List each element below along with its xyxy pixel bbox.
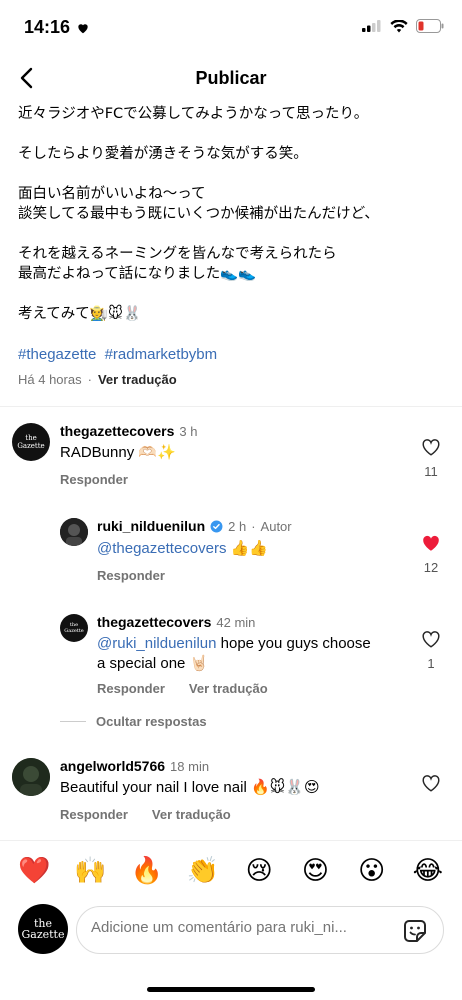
like-count: 1 xyxy=(427,656,435,671)
comment-username[interactable]: thegazettecovers xyxy=(97,614,211,630)
translate-button[interactable]: Ver tradução xyxy=(98,372,177,387)
comment-input-box[interactable] xyxy=(76,906,444,954)
top-nav: Publicar xyxy=(0,56,462,100)
status-time: 14:16 xyxy=(24,17,90,38)
hashtag-link[interactable]: #radmarketbybm xyxy=(105,346,218,363)
translate-button[interactable]: Ver tradução xyxy=(189,681,268,696)
divider xyxy=(0,406,462,407)
like-control: 1 xyxy=(416,630,446,671)
emoji-heart-eyes-button[interactable]: 😍 xyxy=(297,852,333,888)
battery-icon xyxy=(416,19,444,33)
meta-separator: · xyxy=(87,372,92,387)
translate-button[interactable]: Ver tradução xyxy=(152,807,231,822)
emoji-quick-bar: ❤️ 🙌 🔥 👏 😢 😍 😮 😂 xyxy=(0,852,462,892)
caption-line: 最高だよねって話になりました👟👟 xyxy=(18,266,257,282)
comment-input[interactable] xyxy=(91,919,371,936)
comment-actions: Responder Ver tradução xyxy=(97,681,268,696)
like-count: 12 xyxy=(423,560,439,575)
caption-line: それを越えるネーミングを皆んなで考えられたら xyxy=(18,246,337,262)
emoji-fire-button[interactable]: 🔥 xyxy=(129,852,165,888)
comment-composer: the Gazette xyxy=(0,902,462,962)
avatar-photo xyxy=(60,518,88,546)
avatar[interactable]: the Gazette xyxy=(60,614,88,642)
wifi-icon xyxy=(390,19,408,32)
avatar[interactable]: the Gazette xyxy=(12,423,50,461)
hide-replies-line xyxy=(60,721,86,722)
heart-filled-icon[interactable] xyxy=(421,534,441,552)
avatar[interactable] xyxy=(12,758,50,796)
caption-line: 談笑してる最中もう既にいくつか候補が出たんだけど、 xyxy=(18,206,379,222)
comment-user: thegazettecovers 42 min xyxy=(97,614,255,630)
comment-username[interactable]: ruki_nilduenilun xyxy=(97,518,205,534)
hashtags: #thegazette #radmarketbybm xyxy=(18,346,221,363)
emoji-clap-button[interactable]: 👏 xyxy=(185,852,221,888)
comment-user: angelworld5766 18 min xyxy=(60,758,209,774)
comment-text: @thegazettecovers 👍👍 xyxy=(97,539,268,559)
like-count: 11 xyxy=(424,464,438,479)
reply-button[interactable]: Responder xyxy=(97,568,165,583)
caption-line: 考えてみて🧑‍🌾🐭🐰 xyxy=(18,306,142,322)
emoji-joy-button[interactable]: 😂 xyxy=(410,852,446,888)
page-title: Publicar xyxy=(195,68,267,88)
like-control: 11 xyxy=(416,438,446,479)
caption-line: そしたらより愛着が湧きそうな気がする笑。 xyxy=(18,146,308,162)
comment-actions: Responder xyxy=(97,568,165,583)
emoji-cry-button[interactable]: 😢 xyxy=(241,852,277,888)
avatar[interactable] xyxy=(60,518,88,546)
like-control: 12 xyxy=(416,534,446,575)
heart-outline-icon[interactable] xyxy=(421,774,441,792)
status-icons xyxy=(362,19,444,33)
emoji-raised-hands-button[interactable]: 🙌 xyxy=(72,852,108,888)
home-indicator xyxy=(147,987,315,992)
comment-user: thegazettecovers 3 h xyxy=(60,423,197,439)
comment-time: 42 min xyxy=(216,614,256,630)
verified-badge-icon xyxy=(210,520,223,532)
caption-line: 近々ラジオやFCで公募してみようかなって思ったり。 xyxy=(18,106,369,122)
emoji-heart-button[interactable]: ❤️ xyxy=(16,852,52,888)
reply-button[interactable]: Responder xyxy=(97,681,165,696)
author-label: Autor xyxy=(260,518,292,534)
comment-actions: Responder Ver tradução xyxy=(60,807,231,822)
post-caption: 近々ラジオやFCで公募してみようかなって思ったり。 そしたらより愛着が湧きそうな… xyxy=(18,104,448,344)
comment-body: a special one 🤘🏻 xyxy=(97,655,209,672)
comment-time: 3 h xyxy=(179,423,198,439)
comment-time: 18 min xyxy=(170,758,210,774)
heart-outline-icon[interactable] xyxy=(421,630,441,648)
current-user-avatar: the Gazette xyxy=(18,904,68,954)
author-separator: · xyxy=(251,518,256,534)
status-bar: 14:16 xyxy=(0,0,462,56)
comment-username[interactable]: thegazettecovers xyxy=(60,423,174,439)
comment-text: @ruki_nilduenilun hope you guys choose a… xyxy=(97,634,407,674)
caption-line: 面白い名前がいいよね〜って xyxy=(18,186,206,202)
comment-text: Beautiful your nail I love nail 🔥🐭🐰😍 xyxy=(60,779,320,796)
mention-link[interactable]: @ruki_nilduenilun xyxy=(97,635,216,652)
comment-username[interactable]: angelworld5766 xyxy=(60,758,165,774)
post-time: Há 4 horas xyxy=(18,372,82,387)
heart-status-icon xyxy=(78,23,88,33)
heart-outline-icon[interactable] xyxy=(421,438,441,456)
comment-body: hope you guys choose xyxy=(216,635,371,652)
signal-icon xyxy=(362,20,381,32)
mention-link[interactable]: @thegazettecovers xyxy=(97,540,226,557)
avatar-photo xyxy=(12,758,50,796)
post-meta: Há 4 horas · Ver tradução xyxy=(18,372,177,387)
like-control xyxy=(416,774,446,792)
comment-time: 2 h xyxy=(228,518,247,534)
comment-actions: Responder xyxy=(60,472,128,487)
comment-body: 👍👍 xyxy=(226,540,268,557)
hide-replies-button[interactable]: Ocultar respostas xyxy=(60,714,207,729)
divider xyxy=(0,840,462,841)
comment-user: ruki_nilduenilun 2 h · Autor xyxy=(97,518,292,534)
hide-replies-label: Ocultar respostas xyxy=(96,714,207,729)
reply-button[interactable]: Responder xyxy=(60,472,128,487)
comment-text: RADBunny 🫶🏻✨ xyxy=(60,444,176,461)
reply-button[interactable]: Responder xyxy=(60,807,128,822)
emoji-surprised-button[interactable]: 😮 xyxy=(354,852,390,888)
sticker-icon[interactable] xyxy=(401,917,429,945)
hashtag-link[interactable]: #thegazette xyxy=(18,346,96,363)
